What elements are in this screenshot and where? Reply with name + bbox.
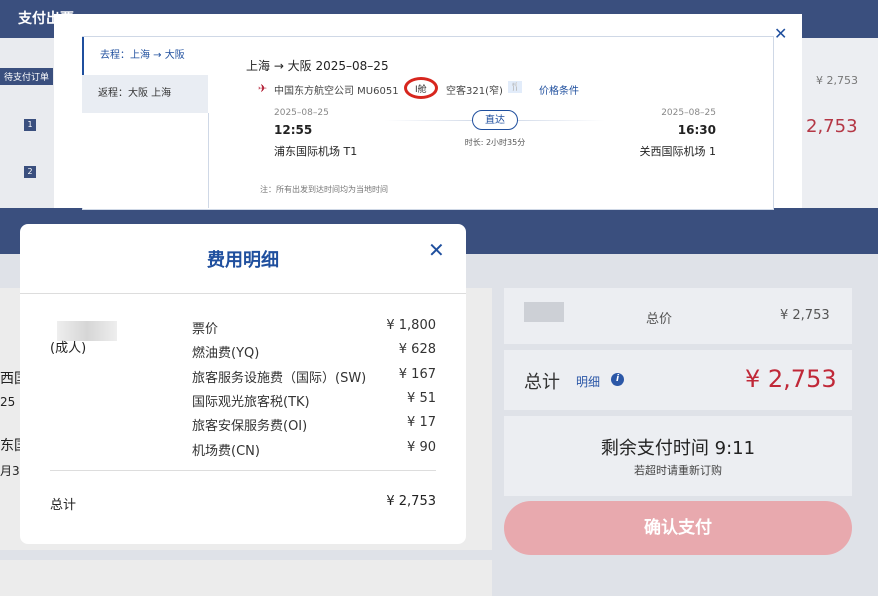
total-label: 总计	[524, 372, 560, 393]
departure-airport: 浦东国际机场 T1	[274, 145, 358, 158]
price-label: 总价	[646, 312, 673, 327]
left-partial-text: 月3	[0, 464, 20, 478]
close-icon[interactable]: ✕	[774, 24, 787, 43]
divider	[20, 293, 466, 294]
pending-order-badge: 待支付订单	[0, 68, 54, 85]
left-partial-text: 25	[0, 395, 16, 409]
route-title: 上海 → 大阪 2025–08–25	[246, 59, 389, 73]
order-price-small: ¥ 2,753	[816, 74, 858, 87]
divider	[50, 470, 436, 471]
fee-item-value: ¥ 628	[398, 342, 436, 357]
price-value: ¥ 2,753	[780, 308, 830, 323]
arrival-airport: 关西国际机场 1	[639, 145, 717, 158]
aircraft-type: 空客321(窄)	[446, 86, 503, 97]
close-icon[interactable]: ✕	[428, 238, 445, 262]
fee-total-value: ¥ 2,753	[386, 494, 436, 509]
confirm-payment-button[interactable]: 确认支付	[504, 501, 852, 555]
fee-item-value: ¥ 167	[398, 367, 436, 382]
blurred-info	[524, 302, 564, 322]
passenger-type: (成人)	[50, 341, 87, 356]
total-amount: ¥ 2,753	[745, 365, 837, 393]
fee-item-value: ¥ 17	[407, 415, 436, 430]
fee-item-value: ¥ 51	[407, 391, 436, 406]
flight-duration: 时长: 2小时35分	[464, 138, 526, 147]
fee-item-label: 票价	[192, 322, 219, 337]
fee-item-label: 旅客安保服务费(OI)	[192, 419, 308, 434]
list-number: 2	[24, 166, 36, 178]
meal-icon: 🍴	[508, 81, 522, 93]
detail-link[interactable]: 明细	[576, 373, 600, 390]
fee-item-value: ¥ 90	[407, 440, 436, 455]
local-time-note: 注：所有出发到达时间均为当地时间	[260, 185, 388, 194]
list-number: 1	[24, 119, 36, 131]
tab-return[interactable]: 返程：大阪 上海	[82, 75, 208, 113]
fee-item-label: 机场费(CN)	[192, 444, 260, 459]
direct-flight-badge: 直达	[472, 110, 518, 130]
lower-card	[0, 560, 492, 596]
departure-time: 12:55	[274, 123, 313, 137]
airline-logo-icon: ✈	[258, 82, 268, 95]
price-conditions-link[interactable]: 价格条件	[539, 82, 579, 97]
fee-item-value: ¥ 1,800	[386, 318, 436, 333]
arrival-time: 16:30	[677, 123, 716, 137]
departure-date: 2025–08–25	[274, 108, 329, 118]
airline-flight-number: 中国东方航空公司 MU6051	[274, 86, 399, 97]
timeout-hint: 若超时请重新订购	[634, 464, 722, 477]
order-price-total: 2,753	[806, 116, 858, 137]
fee-total-label: 总计	[50, 498, 77, 513]
tab-column	[82, 113, 209, 208]
arrival-date: 2025–08–25	[661, 108, 716, 118]
tab-outbound[interactable]: 去程：上海 → 大阪	[82, 37, 208, 75]
cabin-class: I舱	[415, 85, 427, 95]
fee-item-label: 燃油费(YQ)	[192, 346, 260, 361]
fee-item-label: 国际观光旅客税(TK)	[192, 395, 310, 410]
fee-modal-title: 费用明细	[207, 250, 279, 271]
info-icon[interactable]: i	[611, 373, 624, 386]
payment-countdown: 剩余支付时间 9:11	[600, 438, 756, 459]
